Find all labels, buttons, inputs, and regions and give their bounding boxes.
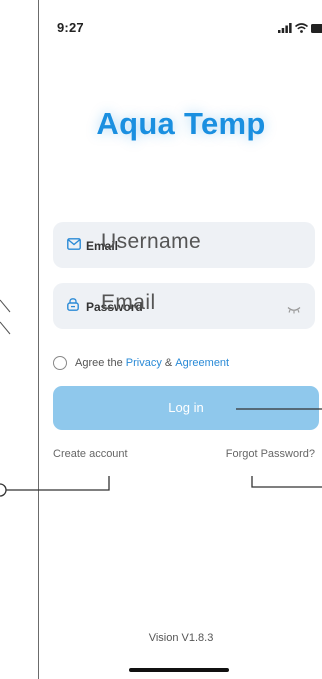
email-field-overlay-text: Username xyxy=(101,230,202,253)
lock-icon xyxy=(67,298,79,316)
mail-icon xyxy=(67,237,81,255)
forgot-password-link[interactable]: Forgot Password? xyxy=(226,448,315,460)
login-button[interactable]: Log in xyxy=(53,386,319,430)
callout-tick-lower xyxy=(0,321,11,335)
password-field[interactable]: Password Email xyxy=(53,283,315,329)
signal-icon xyxy=(278,20,292,38)
agreement-radio-icon[interactable] xyxy=(53,356,67,370)
phone-screen: 9:27 Aqua Temp Email Username Password E… xyxy=(38,0,322,679)
privacy-link[interactable]: Privacy xyxy=(126,357,162,369)
callout-circle-marker xyxy=(0,483,7,497)
agreement-prefix: Agree the xyxy=(75,357,123,369)
email-field[interactable]: Email Username xyxy=(53,222,315,268)
home-indicator xyxy=(129,668,229,672)
callout-tick-upper xyxy=(0,299,11,313)
battery-icon xyxy=(311,20,322,38)
agreement-ampersand: & xyxy=(164,357,173,369)
agreement-row: Agree the Privacy & Agreement xyxy=(53,356,229,370)
password-field-overlay-text: Email xyxy=(101,291,156,314)
status-time: 9:27 xyxy=(57,20,84,35)
app-logo: Aqua Temp xyxy=(96,106,266,141)
wifi-icon xyxy=(294,20,309,38)
agreement-link[interactable]: Agreement xyxy=(175,357,229,369)
status-bar: 9:27 xyxy=(39,0,322,40)
status-icons xyxy=(278,20,322,38)
create-account-link[interactable]: Create account xyxy=(53,448,128,460)
eye-closed-icon[interactable] xyxy=(287,301,301,319)
version-label: Vision V1.8.3 xyxy=(148,632,214,644)
